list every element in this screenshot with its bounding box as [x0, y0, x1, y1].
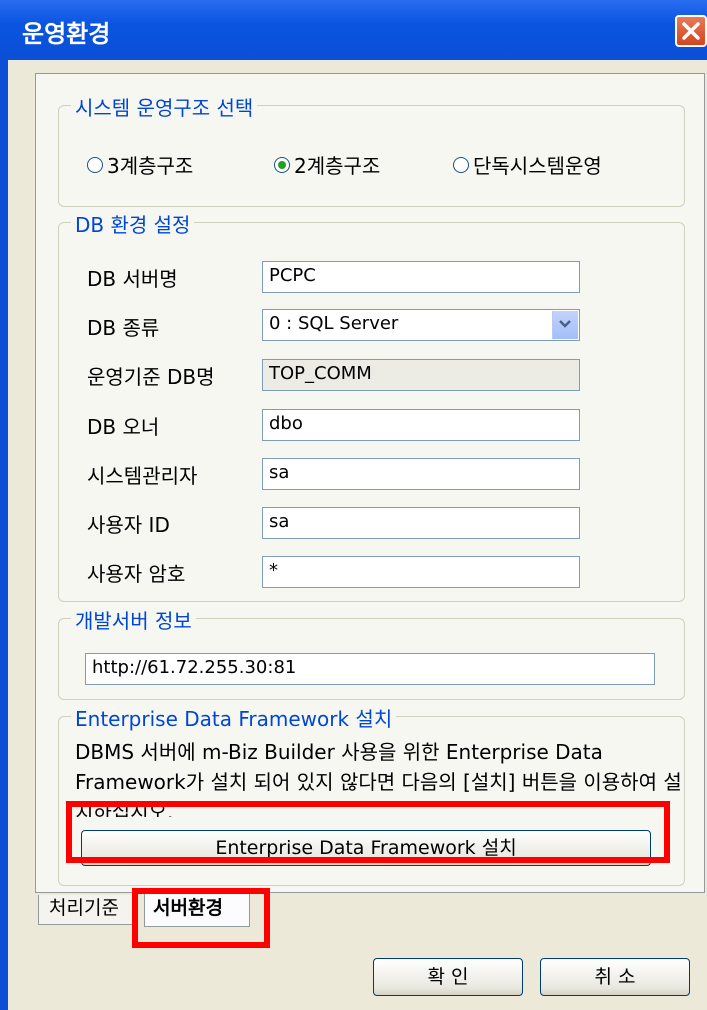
- db-owner-label: DB 오너: [87, 415, 160, 439]
- base-db-name-input: TOP_COMM: [262, 359, 580, 391]
- chevron-down-icon: [559, 320, 571, 328]
- sysadmin-input[interactable]: sa: [262, 458, 580, 490]
- user-password-input[interactable]: *: [262, 556, 580, 588]
- db-server-name-input[interactable]: PCPC: [262, 261, 580, 293]
- tab-processing-criteria[interactable]: 처리기준: [38, 895, 138, 925]
- dev-server-group: 개발서버 정보 http://61.72.255.30:81: [58, 605, 685, 700]
- close-icon: [682, 22, 700, 40]
- system-structure-group: 시스템 운영구조 선택 3계층구조 2계층구조 단독시스템운영: [58, 92, 685, 207]
- dialog-client: 시스템 운영구조 선택 3계층구조 2계층구조 단독시스템운영 DB 환경 설정…: [8, 60, 707, 1010]
- db-settings-legend: DB 환경 설정: [71, 209, 195, 238]
- dev-server-url-input[interactable]: http://61.72.255.30:81: [85, 653, 655, 685]
- server-tab-highlight: [132, 888, 270, 948]
- system-structure-legend: 시스템 운영구조 선택: [71, 92, 258, 121]
- radio-2tier-dot[interactable]: [274, 156, 290, 173]
- radio-3tier-label: 3계층구조: [107, 154, 194, 178]
- radio-3tier-dot[interactable]: [87, 156, 103, 173]
- sysadmin-label: 시스템관리자: [87, 464, 198, 488]
- user-id-label: 사용자 ID: [87, 513, 170, 537]
- radio-2tier-label: 2계층구조: [294, 154, 381, 178]
- dialog-window: 운영환경 시스템 운영구조 선택 3계층구조 2계층구조 단독시스템운영 DB …: [0, 0, 707, 1010]
- user-id-input[interactable]: sa: [262, 507, 580, 539]
- install-button-highlight: [66, 801, 670, 863]
- dev-server-legend: 개발서버 정보: [71, 605, 196, 634]
- db-type-select[interactable]: 0 : SQL Server: [262, 309, 580, 341]
- db-owner-input[interactable]: dbo: [262, 409, 580, 441]
- close-button[interactable]: [675, 15, 707, 47]
- db-type-value: 0 : SQL Server: [269, 313, 399, 334]
- db-settings-group: DB 환경 설정 DB 서버명 PCPC DB 종류 0 : SQL Serve…: [58, 209, 685, 602]
- db-server-name-label: DB 서버명: [87, 267, 178, 291]
- db-type-label: DB 종류: [87, 316, 160, 340]
- radio-standalone[interactable]: 단독시스템운영: [453, 150, 602, 179]
- window-title: 운영환경: [22, 20, 111, 48]
- radio-2tier[interactable]: 2계층구조: [274, 150, 380, 179]
- base-db-name-label: 운영기준 DB명: [87, 365, 215, 389]
- ok-button[interactable]: 확 인: [373, 958, 523, 996]
- radio-standalone-label: 단독시스템운영: [473, 154, 602, 178]
- user-password-label: 사용자 암호: [87, 562, 186, 586]
- radio-3tier[interactable]: 3계층구조: [87, 150, 193, 179]
- edf-legend: Enterprise Data Framework 설치: [71, 703, 397, 732]
- cancel-button[interactable]: 취 소: [540, 958, 690, 996]
- dropdown-button[interactable]: [552, 311, 578, 339]
- tab-page-server-settings: 시스템 운영구조 선택 3계층구조 2계층구조 단독시스템운영 DB 환경 설정…: [35, 73, 705, 893]
- radio-standalone-dot[interactable]: [453, 156, 469, 173]
- title-bar[interactable]: 운영환경: [0, 0, 707, 60]
